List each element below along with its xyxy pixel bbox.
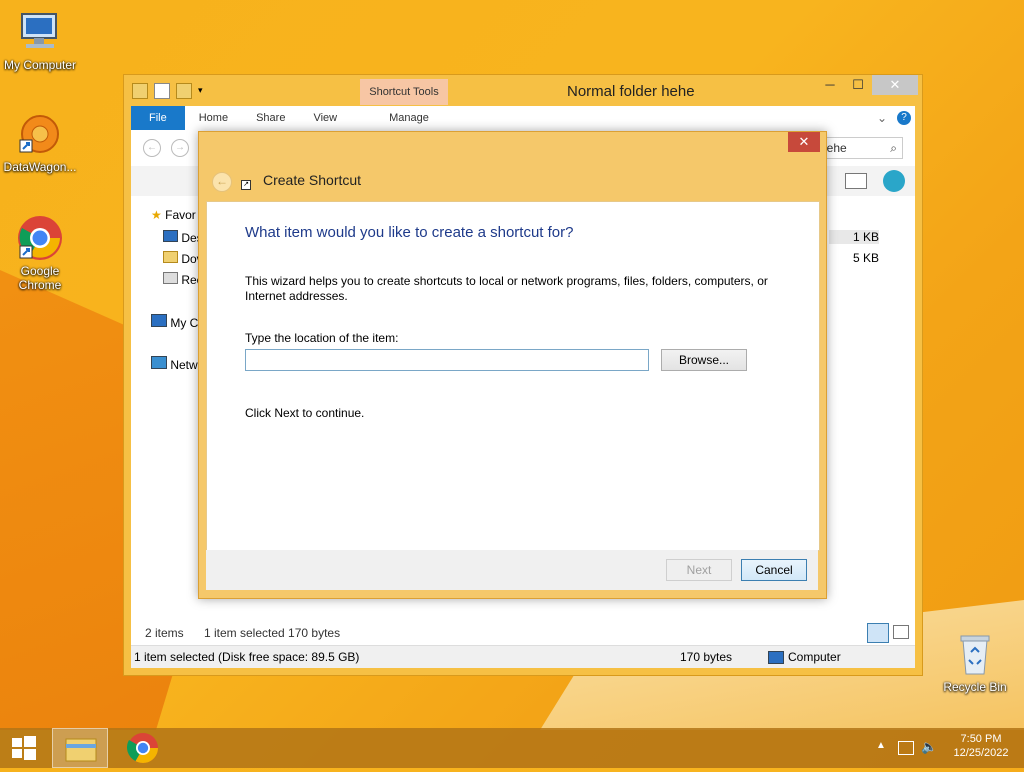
status-bar: 2 items 1 item selected 170 bytes [131, 623, 915, 645]
large-icons-view-icon[interactable] [893, 625, 909, 639]
file-explorer-icon [65, 738, 97, 762]
desktop-icon-label: DataWagon... [3, 160, 77, 174]
clock-time: 7:50 PM [960, 733, 1002, 745]
desktop-icon-label: Google Chrome [18, 264, 62, 292]
recycle-bin-icon [951, 630, 999, 678]
recent-places-icon [163, 272, 178, 284]
window-title: Normal folder hehe [567, 83, 695, 100]
details-location: Computer [788, 650, 841, 664]
downloads-icon [163, 251, 178, 263]
create-shortcut-dialog: ✕ ← ↗ Create Shortcut What item would yo… [198, 131, 827, 599]
desktop-icon-recycle-bin[interactable]: Recycle Bin [935, 630, 1015, 694]
ribbon-tabs: File Home Share View Manage ⌄ ? [131, 106, 915, 130]
chevron-down-icon[interactable]: ⌄ [877, 111, 887, 125]
dialog-header: ← ↗ Create Shortcut [199, 160, 826, 200]
file-size: 5 KB [852, 251, 879, 265]
help-icon[interactable]: ? [897, 111, 911, 125]
tab-view[interactable]: View [299, 106, 351, 130]
details-size: 170 bytes [680, 650, 733, 664]
taskbar-chrome[interactable] [118, 728, 168, 768]
computer-icon [151, 314, 167, 327]
location-label: Type the location of the item: [245, 331, 399, 345]
nav-network[interactable]: Netw [151, 356, 198, 372]
dialog-footer: Next Cancel [206, 550, 818, 590]
chevron-down-icon[interactable]: ▾ [198, 83, 212, 97]
nav-favorites[interactable]: ★ Favor [151, 208, 196, 222]
clock[interactable]: 7:50 PM 12/25/2022 [946, 733, 1016, 759]
desktop-folder-icon [163, 230, 178, 242]
preview-pane-icon[interactable] [845, 173, 867, 189]
taskbar: ▲ 🔈 7:50 PM 12/25/2022 [0, 728, 1024, 768]
share-icon[interactable] [883, 170, 905, 192]
dialog-content: What item would you like to create a sho… [206, 201, 820, 551]
show-hidden-icons-icon[interactable]: ▲ [876, 740, 886, 751]
minimize-button[interactable]: ─ [816, 75, 844, 95]
clock-date: 12/25/2022 [953, 747, 1009, 759]
back-arrow-icon[interactable]: ← [212, 172, 232, 192]
desktop-icon-my-computer[interactable]: My Computer [0, 8, 80, 72]
start-button[interactable] [0, 728, 48, 768]
dialog-close-button[interactable]: ✕ [788, 132, 820, 152]
search-box[interactable]: hehe ⌕ [819, 137, 903, 159]
network-icon [151, 356, 167, 369]
forward-button[interactable]: → [171, 139, 189, 157]
shortcut-icon: ↗ [241, 180, 251, 190]
new-folder-icon[interactable] [176, 83, 192, 99]
next-button[interactable]: Next [666, 559, 732, 581]
properties-icon[interactable] [154, 83, 170, 99]
datawagon-icon [16, 110, 64, 158]
location-input[interactable] [245, 349, 649, 371]
taskbar-file-explorer[interactable] [52, 728, 108, 768]
chrome-icon [127, 733, 158, 764]
context-tab-shortcut-tools: Shortcut Tools [360, 79, 448, 105]
chrome-icon [16, 214, 64, 262]
dialog-description: This wizard helps you to create shortcut… [245, 274, 768, 303]
details-bar: 1 item selected (Disk free space: 89.5 G… [131, 645, 915, 668]
maximize-button[interactable]: ☐ [844, 75, 872, 95]
tab-file[interactable]: File [131, 106, 185, 130]
tab-manage[interactable]: Manage [375, 106, 443, 130]
nav-item-downloads[interactable]: Dov [163, 251, 203, 266]
desktop-icon-google-chrome[interactable]: Google Chrome [0, 214, 80, 292]
dialog-title: Create Shortcut [263, 172, 362, 188]
quick-access-toolbar: ▾ [132, 83, 212, 99]
computer-icon [16, 8, 64, 56]
nav-my-computer[interactable]: My C [151, 314, 198, 330]
search-icon: ⌕ [890, 141, 897, 155]
status-selection: 1 item selected 170 bytes [204, 626, 341, 640]
details-view-icon[interactable] [867, 623, 889, 643]
status-item-count: 2 items [145, 626, 184, 640]
dialog-heading: What item would you like to create a sho… [245, 224, 574, 241]
close-button[interactable]: ✕ [872, 75, 918, 95]
back-button[interactable]: ← [143, 139, 161, 157]
folder-icon[interactable] [132, 83, 148, 99]
cancel-button[interactable]: Cancel [741, 559, 807, 581]
nav-item-desktop[interactable]: Des [163, 230, 203, 245]
desktop-icon-label: My Computer [3, 58, 77, 72]
desktop-icon-label: Recycle Bin [943, 680, 1007, 694]
nav-item-recent[interactable]: Rec [163, 272, 203, 287]
volume-icon[interactable]: 🔈 [921, 739, 937, 755]
star-icon: ★ [151, 208, 162, 222]
tab-home[interactable]: Home [185, 106, 242, 130]
computer-icon [768, 651, 784, 664]
windows-logo-icon [12, 736, 36, 760]
continue-hint: Click Next to continue. [245, 406, 365, 420]
browse-button[interactable]: Browse... [661, 349, 747, 371]
desktop-icon-datawagon[interactable]: DataWagon... [0, 110, 80, 174]
details-selection: 1 item selected (Disk free space: 89.5 G… [134, 650, 360, 664]
file-size: 1 KB [829, 230, 879, 244]
explorer-titlebar: ▾ Shortcut Tools Normal folder hehe ─ ☐ … [124, 75, 922, 105]
tab-share[interactable]: Share [242, 106, 299, 130]
network-icon[interactable] [898, 741, 914, 755]
